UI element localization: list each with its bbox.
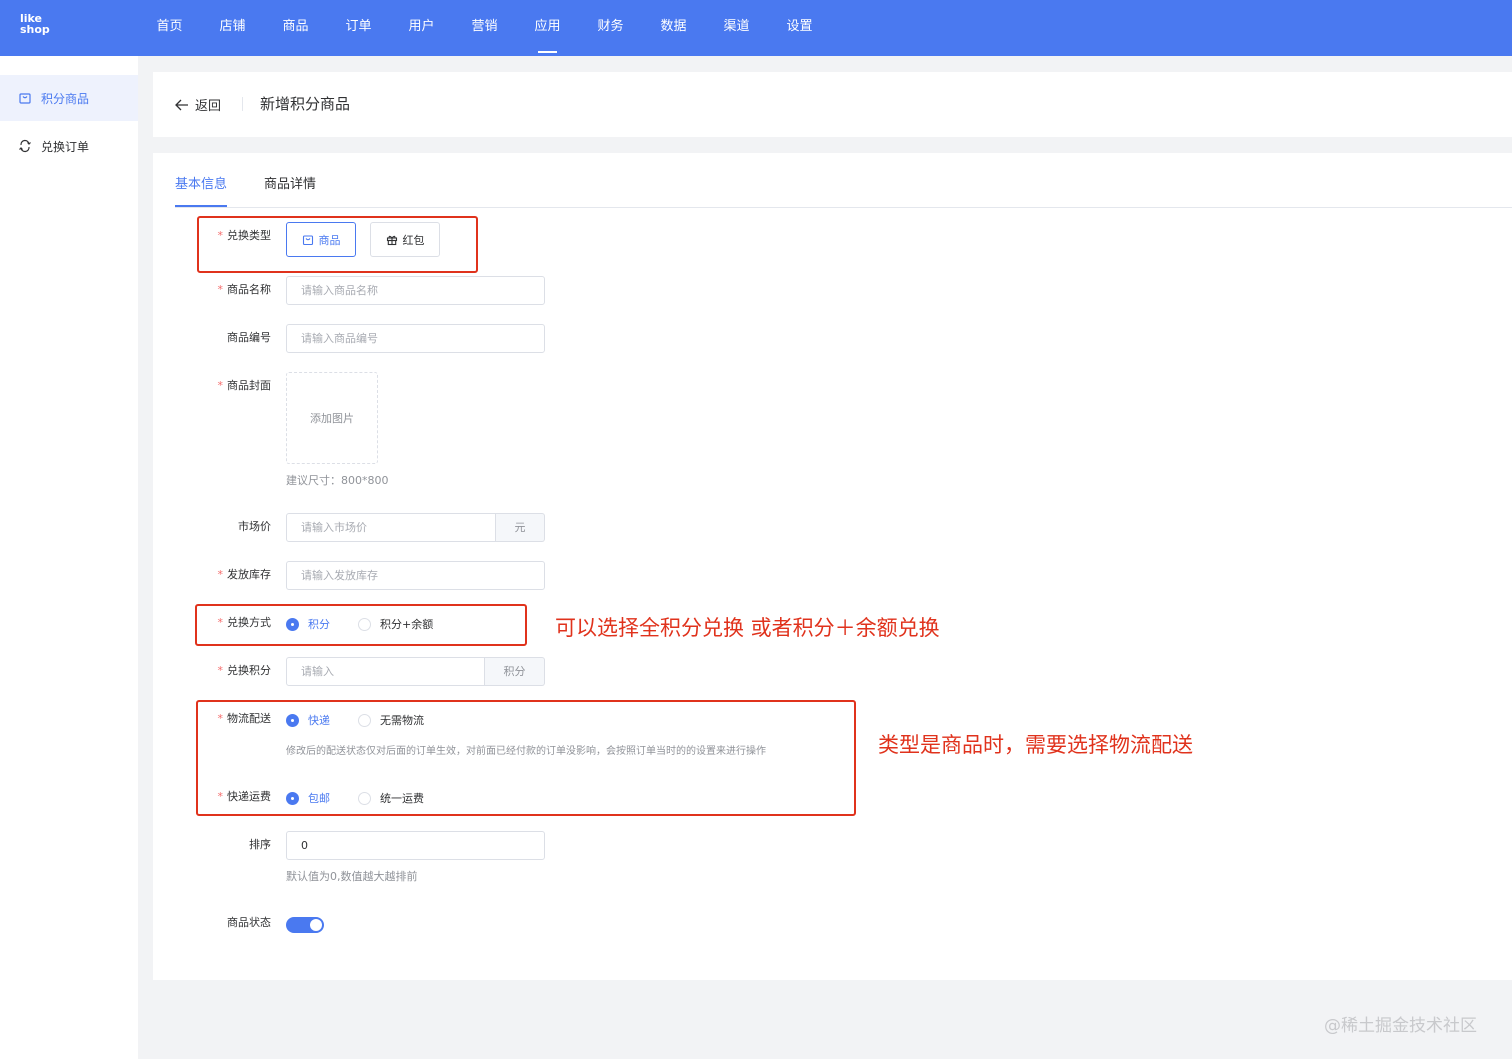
nav-item-orders[interactable]: 订单 bbox=[327, 0, 390, 56]
status-label: 商品状态 bbox=[227, 916, 271, 929]
product-name-input[interactable] bbox=[286, 276, 545, 305]
sidebar-item-exchange-orders[interactable]: 兑换订单 bbox=[0, 123, 138, 169]
sidebar-item-label: 兑换订单 bbox=[41, 139, 90, 154]
exchange-points-input[interactable] bbox=[286, 657, 485, 686]
sidebar-item-points-products[interactable]: 积分商品 bbox=[0, 75, 138, 121]
page-title: 新增积分商品 bbox=[260, 95, 351, 113]
nav-item-settings[interactable]: 设置 bbox=[768, 0, 831, 56]
tab-bar: 基本信息 商品详情 bbox=[175, 153, 1512, 208]
annotation-logistics-note: 类型是商品时，需要选择物流配送 bbox=[878, 733, 1193, 757]
exchange-points-label-text: 兑换积分 bbox=[227, 664, 271, 677]
required-mark: * bbox=[217, 379, 224, 392]
logo-line-2: shop bbox=[20, 23, 50, 36]
header-divider bbox=[242, 97, 243, 111]
annotation-box-exchange-type bbox=[197, 216, 478, 273]
form-card: 基本信息 商品详情 *兑换类型 商品 红包 *商品名称 商品编号 *商品封面 添… bbox=[153, 153, 1512, 980]
nav-item-products[interactable]: 商品 bbox=[264, 0, 327, 56]
sidebar-item-label: 积分商品 bbox=[41, 91, 90, 106]
sort-input[interactable] bbox=[286, 831, 545, 860]
cover-size-hint: 建议尺寸：800*800 bbox=[286, 474, 389, 487]
nav-item-marketing[interactable]: 营销 bbox=[453, 0, 516, 56]
page-header: 返回 新增积分商品 bbox=[153, 72, 1512, 137]
nav-item-store[interactable]: 店铺 bbox=[201, 0, 264, 56]
annotation-box-logistics bbox=[196, 700, 856, 816]
top-navbar: like shop 首页 店铺 商品 订单 用户 营销 应用 财务 数据 渠道 … bbox=[0, 0, 1512, 56]
required-mark: * bbox=[217, 568, 224, 581]
market-price-unit: 元 bbox=[496, 513, 545, 542]
product-code-label: 商品编号 bbox=[227, 331, 271, 344]
market-price-label: 市场价 bbox=[238, 520, 271, 533]
shopping-bag-icon bbox=[18, 91, 32, 105]
required-mark: * bbox=[217, 664, 224, 677]
tab-basic-info[interactable]: 基本信息 bbox=[175, 173, 227, 192]
watermark: @稀土掘金技术社区 bbox=[1324, 1016, 1477, 1036]
nav-item-users[interactable]: 用户 bbox=[390, 0, 453, 56]
tab-product-details[interactable]: 商品详情 bbox=[264, 173, 316, 192]
likeshop-logo[interactable]: like shop bbox=[20, 13, 56, 35]
cover-label: * 商品封面 bbox=[153, 379, 272, 393]
stock-label: * 发放库存 bbox=[153, 568, 272, 582]
arrow-left-icon bbox=[175, 99, 188, 110]
cover-upload-text: 添加图片 bbox=[310, 412, 354, 425]
main-nav: 首页 店铺 商品 订单 用户 营销 应用 财务 数据 渠道 设置 bbox=[138, 0, 831, 56]
exchange-points-unit: 积分 bbox=[485, 657, 545, 686]
nav-item-home[interactable]: 首页 bbox=[138, 0, 201, 56]
sort-hint: 默认值为0,数值越大越排前 bbox=[286, 870, 418, 883]
product-name-label: * 商品名称 bbox=[153, 283, 272, 297]
nav-item-channels[interactable]: 渠道 bbox=[705, 0, 768, 56]
status-toggle[interactable] bbox=[286, 917, 324, 933]
nav-item-apps[interactable]: 应用 bbox=[516, 0, 579, 56]
back-button[interactable]: 返回 bbox=[175, 95, 221, 114]
cover-label-text: 商品封面 bbox=[227, 379, 271, 392]
product-code-input[interactable] bbox=[286, 324, 545, 353]
annotation-box-exchange-method bbox=[195, 604, 527, 646]
market-price-input[interactable] bbox=[286, 513, 496, 542]
nav-item-finance[interactable]: 财务 bbox=[579, 0, 642, 56]
annotation-exchange-method-note: 可以选择全积分兑换 或者积分＋余额兑换 bbox=[555, 616, 940, 640]
toggle-knob bbox=[310, 919, 322, 931]
stock-label-text: 发放库存 bbox=[227, 568, 271, 581]
exchange-points-label: * 兑换积分 bbox=[153, 664, 272, 678]
sidebar: 积分商品 兑换订单 bbox=[0, 56, 138, 1059]
exchange-icon bbox=[18, 139, 32, 153]
cover-upload-area[interactable]: 添加图片 bbox=[286, 372, 378, 464]
product-name-label-text: 商品名称 bbox=[227, 283, 271, 296]
back-label: 返回 bbox=[195, 99, 222, 114]
stock-input[interactable] bbox=[286, 561, 545, 590]
tab-active-indicator bbox=[175, 205, 227, 207]
nav-item-data[interactable]: 数据 bbox=[642, 0, 705, 56]
required-mark: * bbox=[217, 283, 224, 296]
sort-label: 排序 bbox=[249, 838, 271, 851]
